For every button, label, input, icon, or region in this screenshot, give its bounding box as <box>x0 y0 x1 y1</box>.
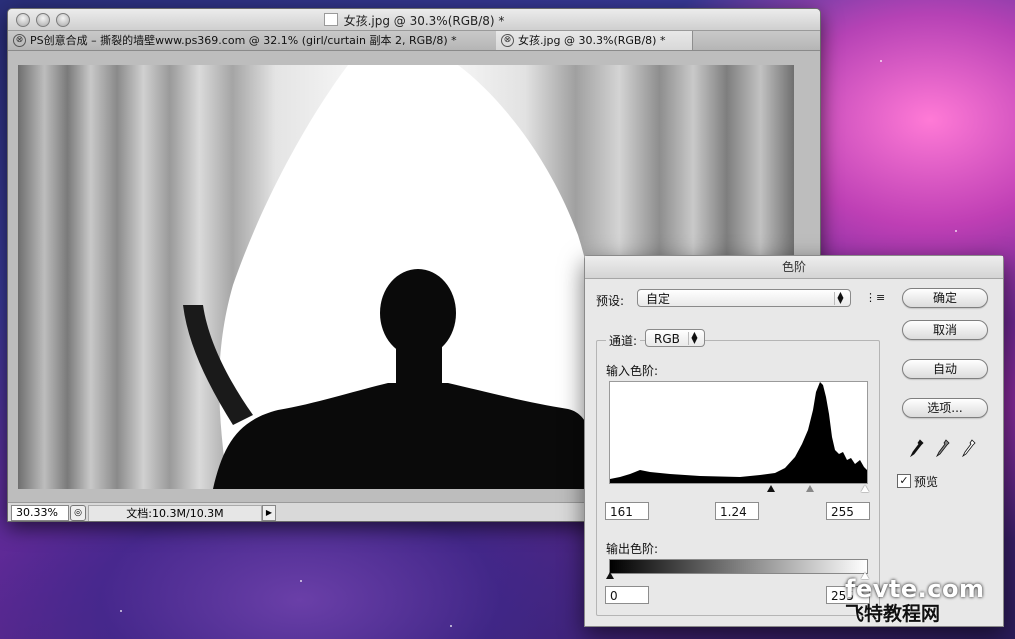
status-options-icon[interactable]: ◎ <box>70 505 86 521</box>
status-menu-arrow[interactable]: ▶ <box>262 505 276 521</box>
input-gamma-field[interactable]: 1.24 <box>715 502 759 520</box>
input-white-slider[interactable] <box>861 485 869 492</box>
input-levels-label: 输入色阶: <box>606 364 659 378</box>
tab-label: 女孩.jpg @ 30.3%(RGB/8) * <box>518 34 666 47</box>
document-tab-bar: ⊗ PS创意合成 – 撕裂的墙壁www.ps369.com @ 32.1% (g… <box>8 31 820 51</box>
output-gradient-bar <box>609 559 868 574</box>
channel-value: RGB <box>654 332 680 346</box>
tab-ps-creative[interactable]: ⊗ PS创意合成 – 撕裂的墙壁www.ps369.com @ 32.1% (g… <box>8 31 497 50</box>
output-black-field[interactable]: 0 <box>605 586 649 604</box>
input-gamma-slider[interactable] <box>806 485 814 492</box>
zoom-level-field[interactable]: 30.33% <box>11 505 69 521</box>
gray-eyedropper-icon[interactable] <box>936 439 950 457</box>
select-arrows-icon: ▲ ▼ <box>834 291 846 305</box>
histogram <box>609 381 868 484</box>
preset-label: 预设: <box>596 294 625 308</box>
preset-select[interactable]: 自定 ▲ ▼ <box>637 289 851 307</box>
ok-button[interactable]: 确定 <box>902 288 988 308</box>
input-black-field[interactable]: 161 <box>605 502 649 520</box>
preset-value: 自定 <box>646 292 671 306</box>
tab-close-icon[interactable]: ⊗ <box>501 34 514 47</box>
document-size-info[interactable]: 文档:10.3M/10.3M <box>88 505 262 521</box>
preview-checkbox[interactable]: ✓ <box>897 474 911 488</box>
watermark-sitename: 飞特教程网 <box>845 603 941 625</box>
output-black-slider[interactable] <box>606 572 614 579</box>
tab-girl-jpg[interactable]: ⊗ 女孩.jpg @ 30.3%(RGB/8) * <box>496 31 693 50</box>
white-eyedropper-icon[interactable] <box>962 439 976 457</box>
title-bar[interactable]: 女孩.jpg @ 30.3%(RGB/8) * <box>8 9 820 31</box>
file-icon <box>323 13 338 26</box>
cancel-button[interactable]: 取消 <box>902 320 988 340</box>
output-levels-label: 输出色阶: <box>606 542 659 556</box>
channel-select[interactable]: RGB ▲ ▼ <box>645 329 705 347</box>
levels-dialog: 色阶 预设: 自定 ▲ ▼ ⋮≡ 通道: RGB ▲ ▼ 输入色阶: 161 1.2… <box>584 255 1004 627</box>
window-title-text: 女孩.jpg @ 30.3%(RGB/8) * <box>343 14 505 28</box>
tab-close-icon[interactable]: ⊗ <box>13 34 26 47</box>
preset-options-icon[interactable]: ⋮≡ <box>865 291 885 304</box>
preview-label: 预览 <box>914 475 939 489</box>
histogram-graph <box>610 382 867 483</box>
window-title: 女孩.jpg @ 30.3%(RGB/8) * <box>8 12 820 29</box>
channel-label: 通道: <box>606 332 641 349</box>
site-watermark: fevte.com 飞特教程网 <box>845 575 984 626</box>
options-button[interactable]: 选项... <box>902 398 988 418</box>
levels-title: 色阶 <box>585 256 1003 279</box>
input-black-slider[interactable] <box>767 485 775 492</box>
tab-label: PS创意合成 – 撕裂的墙壁www.ps369.com @ 32.1% (gir… <box>30 34 457 47</box>
input-white-field[interactable]: 255 <box>826 502 870 520</box>
auto-button[interactable]: 自动 <box>902 359 988 379</box>
black-eyedropper-icon[interactable] <box>910 439 924 457</box>
select-arrows-icon: ▲ ▼ <box>688 331 700 345</box>
